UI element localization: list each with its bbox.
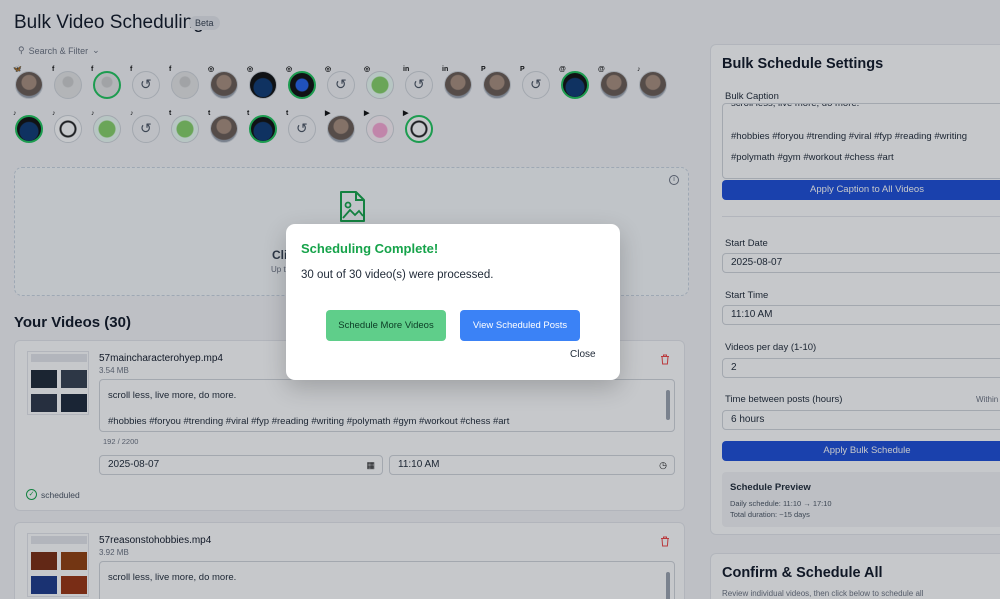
view-scheduled-posts-button[interactable]: View Scheduled Posts <box>460 310 580 341</box>
page: Bulk Video Scheduling Beta ⚲ Search & Fi… <box>0 0 1000 599</box>
dialog-message: 30 out of 30 video(s) were processed. <box>301 269 494 281</box>
scheduling-complete-dialog: Scheduling Complete! 30 out of 30 video(… <box>286 224 620 380</box>
schedule-more-button[interactable]: Schedule More Videos <box>326 310 446 341</box>
close-button[interactable]: Close <box>570 349 596 360</box>
dialog-title: Scheduling Complete! <box>301 241 439 256</box>
